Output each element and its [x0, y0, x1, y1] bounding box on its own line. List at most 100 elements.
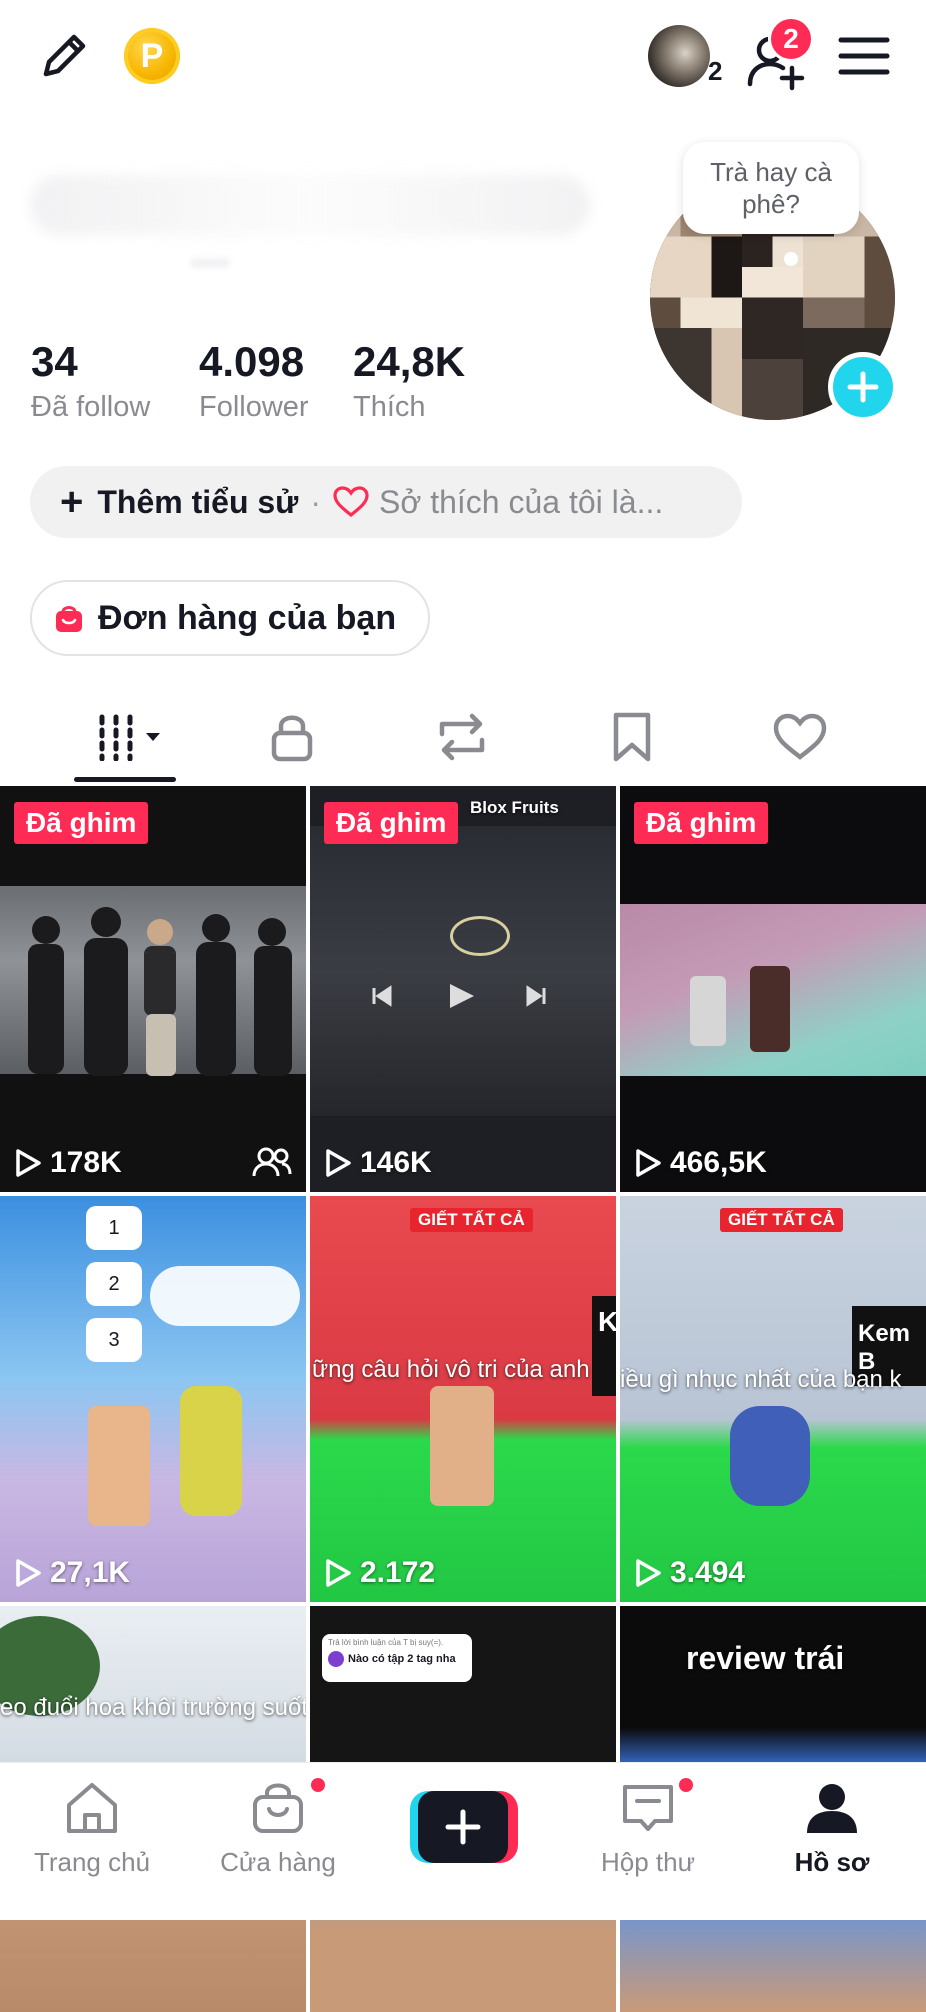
add-bio-button[interactable]: Thêm tiểu sử — [97, 484, 298, 521]
player-controls — [372, 984, 546, 1008]
play-icon — [326, 1559, 351, 1587]
list-item: 1 — [86, 1206, 142, 1250]
nav-label: Cửa hàng — [220, 1847, 336, 1877]
video-tile[interactable]: Đã ghim 466,5K — [620, 786, 926, 1192]
create-icon — [445, 1809, 481, 1845]
hamburger-icon[interactable] — [836, 28, 892, 84]
video-tile[interactable]: GIẾT TẤT CẢ Kem B iều gì nhục nhất của b… — [620, 1196, 926, 1602]
game-character — [690, 976, 726, 1046]
stat-following[interactable]: 34 Đã follow — [31, 338, 150, 426]
view-count: 3.494 — [634, 1556, 745, 1590]
nav-home[interactable]: Trang chủ — [12, 1763, 172, 1921]
stat-likes[interactable]: 24,8K Thích — [353, 338, 465, 426]
add-avatar-button[interactable] — [828, 352, 898, 422]
view-count-text: 27,1K — [50, 1556, 131, 1589]
coin-icon: P — [124, 28, 180, 84]
kill-all-tag: GIẾT TẤT CẢ — [410, 1208, 533, 1232]
pinned-badge: Đã ghim — [14, 802, 149, 844]
status-bubble[interactable]: Trà hay cà phê? — [683, 142, 859, 234]
plus-icon: + — [60, 479, 84, 524]
heart-outline-icon — [773, 713, 827, 760]
profile-icon — [807, 1784, 857, 1833]
video-tile[interactable]: Blox Fruits Đã ghim 146K — [310, 786, 616, 1192]
game-character — [430, 1386, 494, 1506]
profile-tabs — [0, 690, 926, 784]
tab-liked[interactable] — [758, 690, 842, 784]
play-icon — [16, 1149, 41, 1177]
stat-value: 4.098 — [199, 338, 305, 385]
display-name-blurred — [30, 175, 590, 235]
tab-reposts[interactable] — [420, 690, 504, 784]
comment-header: Trả lời bình luận của T bị suy(=). — [328, 1638, 444, 1647]
notification-dot — [308, 1775, 328, 1795]
tab-favorites[interactable] — [590, 690, 674, 784]
orders-button-label: Đơn hàng của bạn — [98, 598, 397, 637]
notification-dot — [676, 1775, 696, 1795]
friend-request-badge: 2 — [768, 16, 814, 62]
pinned-badge: Đã ghim — [324, 802, 459, 844]
view-count: 2.172 — [324, 1556, 435, 1590]
orders-button[interactable]: Đơn hàng của bạn — [30, 580, 430, 656]
stat-label: Follower — [199, 391, 309, 423]
side-letter: K — [598, 1306, 616, 1337]
comment-text: Nào có tập 2 tag nha — [348, 1653, 456, 1665]
nav-inbox[interactable]: Hộp thư — [568, 1763, 728, 1921]
view-count-text: 3.494 — [670, 1556, 746, 1589]
create-button-face — [418, 1791, 508, 1863]
plus-icon — [847, 371, 879, 403]
cloud — [150, 1266, 300, 1326]
caption-overlay: eo đuổi hoa khôi trường suốt — [0, 1694, 306, 1721]
repost-icon — [439, 713, 485, 761]
lock-icon — [271, 715, 313, 762]
heart-icon — [333, 486, 369, 518]
nav-profile[interactable]: Hồ sơ — [752, 1763, 912, 1921]
nav-label: Trang chủ — [33, 1847, 151, 1877]
view-count-text: 146K — [360, 1146, 432, 1179]
bottom-navigation: Trang chủ Cửa hàng Hộp thư Hồ sơ — [0, 1762, 926, 1920]
shop-bag-icon — [253, 1783, 303, 1833]
bio-pill: + Thêm tiểu sử · Sở thích của tôi là... — [30, 466, 742, 538]
kill-all-tag: GIẾT TẤT CẢ — [720, 1208, 843, 1232]
view-count-text: 466,5K — [670, 1146, 767, 1179]
interests-button[interactable]: Sở thích của tôi là... — [333, 484, 663, 521]
video-tile[interactable]: GIẾT TẤT CẢ ững câu hỏi vô tri của anh K… — [310, 1196, 616, 1602]
game-character — [730, 1406, 810, 1506]
add-friend-button[interactable]: 2 — [740, 16, 820, 94]
tab-videos[interactable] — [80, 690, 180, 784]
pencil-icon[interactable] — [34, 26, 94, 86]
inbox-icon — [623, 1785, 673, 1831]
stat-label: Thích — [353, 391, 426, 423]
play-icon — [636, 1559, 661, 1587]
comment-card: Trả lời bình luận của T bị suy(=). Nào c… — [322, 1634, 472, 1682]
video-grid: Đã ghim 178K Blox Fruits Đã ghim 146K Đã… — [0, 786, 926, 2012]
play-icon — [16, 1559, 41, 1587]
video-thumbnail — [310, 826, 616, 1116]
commenter-avatar — [328, 1651, 344, 1667]
pinned-badge: Đã ghim — [634, 802, 769, 844]
home-icon — [67, 1783, 117, 1833]
list-item: 2 — [86, 1262, 142, 1306]
tab-private[interactable] — [250, 690, 334, 784]
video-tile[interactable]: Đã ghim 178K — [0, 786, 306, 1192]
nav-label: Hộp thư — [600, 1847, 695, 1877]
bookmark-icon — [613, 712, 651, 762]
play-icon — [636, 1149, 661, 1177]
stat-value: 24,8K — [353, 338, 466, 385]
status-bubble-text: Trà hay cà phê? — [710, 157, 832, 219]
view-count-text: 2.172 — [360, 1556, 436, 1589]
account-count: 2 — [708, 56, 723, 86]
view-count: 146K — [324, 1146, 432, 1180]
video-tile[interactable]: 1 2 3 27,1K — [0, 1196, 306, 1602]
game-title-overlay: Blox Fruits — [470, 798, 559, 817]
stat-label: Đã follow — [31, 391, 151, 423]
stat-followers[interactable]: 4.098 Follower — [199, 338, 309, 426]
shopping-bag-icon — [56, 606, 82, 632]
top-bar: P 2 2 — [0, 0, 926, 110]
coin-button[interactable]: P — [122, 26, 182, 86]
account-switch-button[interactable]: 2 — [646, 22, 736, 92]
active-tab-indicator — [74, 777, 176, 782]
view-count-text: 178K — [50, 1146, 122, 1179]
create-button[interactable] — [410, 1791, 518, 1863]
nav-shop[interactable]: Cửa hàng — [198, 1763, 358, 1921]
caption-overlay: iều gì nhục nhất của bạn k — [620, 1366, 902, 1393]
